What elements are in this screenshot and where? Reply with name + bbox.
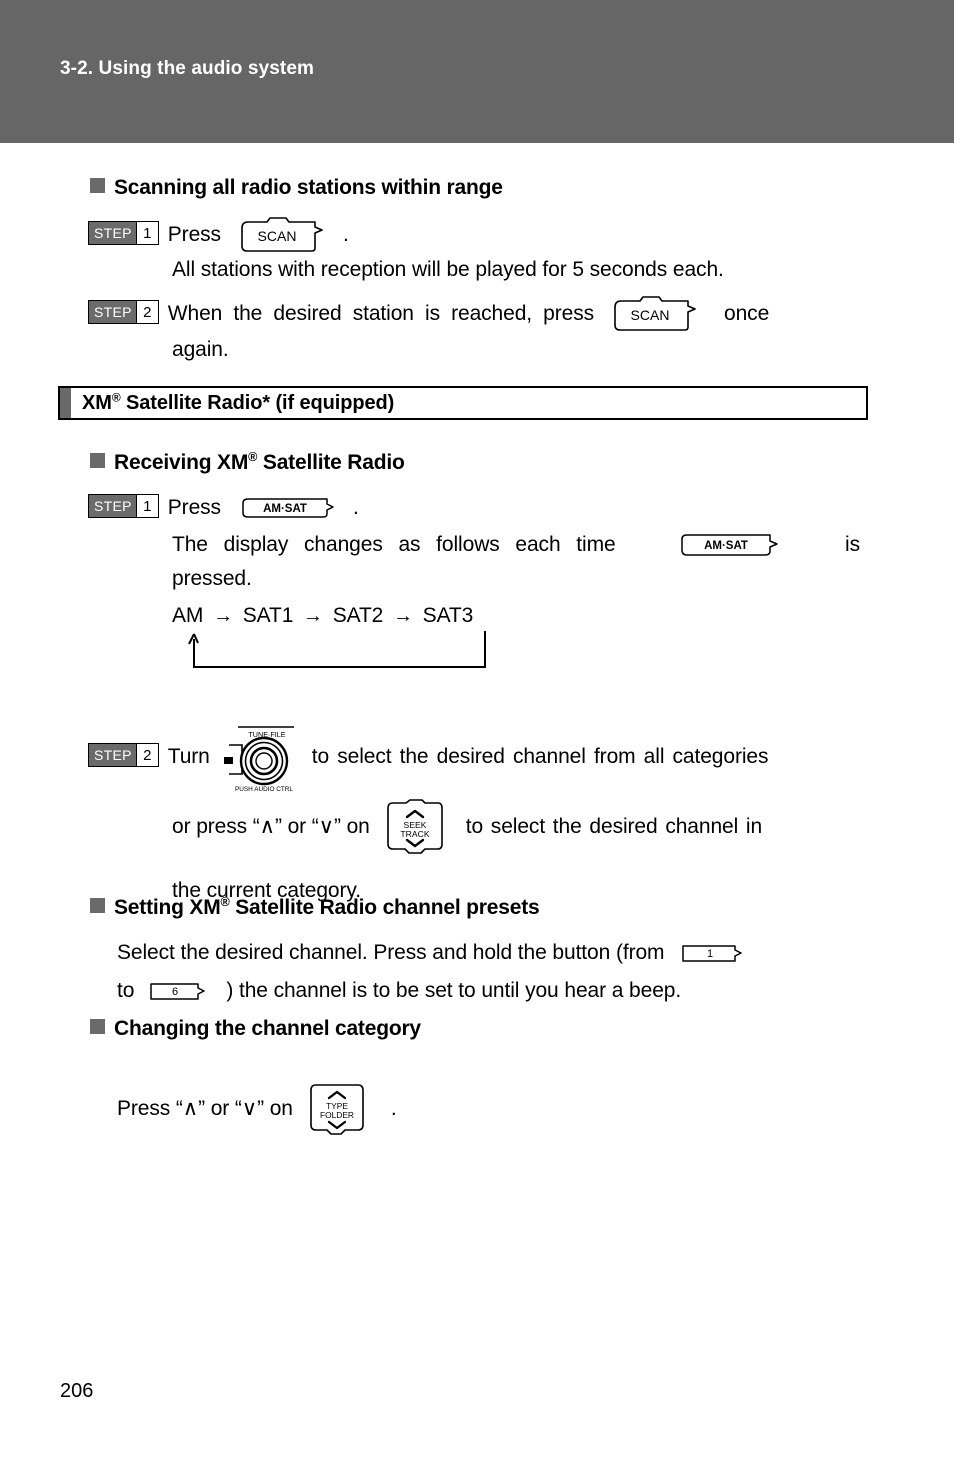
step-badge-word: STEP	[89, 301, 136, 323]
seek-line-text-b: to select the desired channel in	[465, 815, 763, 838]
svg-text:PUSH AUDIO CTRL: PUSH AUDIO CTRL	[235, 786, 293, 793]
svg-text:SCAN: SCAN	[258, 228, 297, 244]
receiving-step-1: STEP 1 Press AM·SAT .	[88, 491, 359, 525]
section-title-xm-satellite-radio: XM® Satellite Radio* (if equipped)	[58, 386, 868, 420]
bullet-square-icon	[90, 178, 105, 193]
step-badge-1: STEP 1	[88, 221, 159, 245]
am-sat-button-graphic[interactable]: AM·SAT	[678, 531, 782, 559]
seek-line-text-a: or press “∧” or “∨” on	[172, 815, 370, 838]
step-badge-word: STEP	[89, 222, 136, 244]
step-badge-word: STEP	[89, 744, 136, 766]
receiving-step2-line2: or press “∧” or “∨” on SEEK TRACK to sel…	[172, 798, 892, 908]
receiving-heading: Receiving XM® Satellite Radio	[90, 451, 405, 475]
display-note-text-b: is	[845, 533, 860, 556]
flow-arrow-icon: →	[303, 605, 323, 627]
step-badge-number: 1	[135, 495, 158, 517]
flow-loopback-arrow-icon	[172, 631, 572, 677]
bullet-square-icon	[90, 898, 105, 913]
presets-text-c: ) the channel is to be set to until you …	[226, 979, 682, 1002]
svg-text:AM·SAT: AM·SAT	[263, 503, 307, 515]
flow-sequence: AM → SAT1 → SAT2 → SAT3	[172, 601, 572, 631]
am-sat-button-graphic[interactable]: AM·SAT	[239, 495, 339, 521]
scanning-step-2: STEP 2 When the desired station is reach…	[88, 295, 888, 367]
step-badge-number: 2	[135, 744, 158, 766]
bullet-square-icon	[90, 1019, 105, 1034]
category-heading-text: Changing the channel category	[114, 1017, 421, 1040]
category-text-b: .	[390, 1097, 397, 1120]
category-heading: Changing the channel category	[90, 1017, 421, 1041]
scanning-step1-text-before: Press	[167, 223, 221, 246]
receiving-step1-text-before: Press	[167, 496, 221, 519]
svg-text:FOLDER: FOLDER	[320, 1110, 354, 1120]
receiving-step1-text-after: .	[352, 496, 359, 519]
bullet-square-icon	[90, 453, 105, 468]
receiving-step2-text-after: to select the desired channel from all c…	[311, 745, 769, 768]
type-folder-button-graphic[interactable]: TYPE FOLDER	[307, 1081, 367, 1137]
step-badge-2: STEP 2	[88, 300, 159, 324]
display-note-text-c: pressed.	[172, 567, 252, 590]
display-note-text-a: The display changes as follows each time	[172, 533, 616, 556]
scanning-step2-text-before: When the desired station is reached, pre…	[167, 302, 595, 325]
scanning-note: All stations with reception will be play…	[172, 258, 724, 281]
scanning-step2-line2: again.	[172, 338, 229, 361]
preset-button-6-graphic[interactable]: 6	[148, 978, 214, 1004]
step-badge-number: 1	[135, 222, 158, 244]
flow-item-1: SAT1	[242, 604, 294, 627]
step-badge-number: 2	[135, 301, 158, 323]
svg-text:SCAN: SCAN	[631, 307, 670, 323]
flow-arrow-icon: →	[213, 605, 233, 627]
step-badge-2: STEP 2	[88, 743, 159, 767]
display-flow-diagram: AM → SAT1 → SAT2 → SAT3	[172, 601, 572, 677]
svg-text:AM·SAT: AM·SAT	[704, 540, 748, 552]
scan-button-graphic[interactable]: SCAN	[239, 216, 329, 254]
receiving-display-note: The display changes as follows each time…	[172, 528, 892, 596]
scanning-heading: Scanning all radio stations within range	[90, 176, 890, 200]
section-scanning: Scanning all radio stations within range	[90, 176, 890, 200]
tune-file-knob-graphic[interactable]: TUNE·FILE PUSH AUDIO CTRL	[220, 718, 300, 796]
svg-text:1: 1	[707, 948, 713, 960]
page-header-title: 3-2. Using the audio system	[60, 58, 314, 79]
section-accent-bar	[60, 388, 71, 418]
scanning-step1-text-after: .	[342, 223, 349, 246]
section-title-text: XM® Satellite Radio* (if equipped)	[82, 389, 395, 414]
category-text-a: Press “∧” or “∨” on	[117, 1097, 293, 1120]
flow-item-3: SAT3	[422, 604, 474, 627]
receiving-step2-text-before: Turn	[167, 745, 210, 768]
flow-item-0: AM	[172, 604, 204, 627]
presets-heading-text: Setting XM® Satellite Radio channel pres…	[114, 895, 540, 919]
flow-item-2: SAT2	[332, 604, 384, 627]
seek-track-button-graphic[interactable]: SEEK TRACK	[384, 798, 446, 856]
presets-body: Select the desired channel. Press and ho…	[117, 936, 892, 1008]
receiving-heading-text: Receiving XM® Satellite Radio	[114, 450, 405, 474]
svg-text:6: 6	[172, 986, 178, 998]
page-header-band: 3-2. Using the audio system	[0, 0, 954, 143]
scanning-step2-text-after: once	[724, 302, 770, 325]
receiving-step-2: STEP 2 Turn TUNE·FILE PUSH AUDIO CTRL to…	[88, 718, 769, 796]
scanning-step-1: STEP 1 Press SCAN .	[88, 216, 888, 254]
scan-button-graphic[interactable]: SCAN	[612, 295, 702, 333]
step-badge-1: STEP 1	[88, 494, 159, 518]
step-badge-word: STEP	[89, 495, 136, 517]
presets-text-b: to	[117, 979, 135, 1002]
svg-text:TRACK: TRACK	[400, 829, 429, 839]
preset-button-1-graphic[interactable]: 1	[680, 940, 746, 966]
presets-heading: Setting XM® Satellite Radio channel pres…	[90, 895, 540, 920]
page-number: 206	[60, 1380, 94, 1402]
category-body: Press “∧” or “∨” on TYPE FOLDER .	[117, 1081, 397, 1137]
presets-text-a: Select the desired channel. Press and ho…	[117, 941, 665, 964]
flow-arrow-icon: →	[393, 605, 413, 627]
scanning-heading-text: Scanning all radio stations within range	[114, 176, 503, 199]
